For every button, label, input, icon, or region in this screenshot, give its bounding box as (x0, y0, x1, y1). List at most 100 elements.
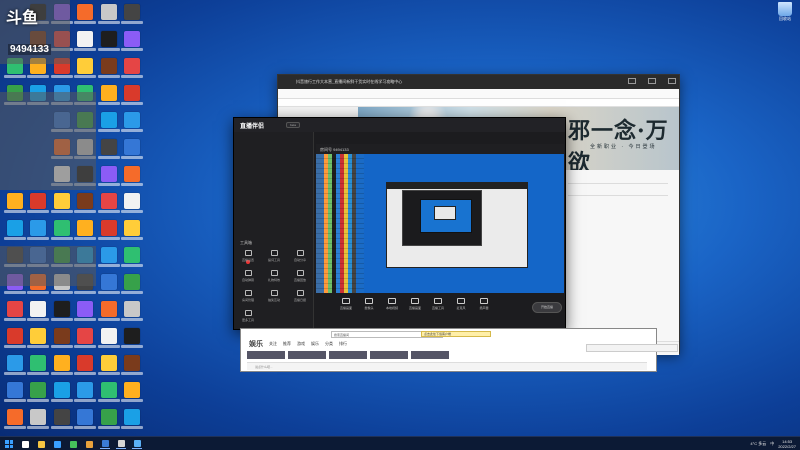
toolbar-button[interactable]: 本地视频 (382, 295, 402, 315)
taskbar-app[interactable] (20, 439, 30, 449)
web-tab[interactable]: 分类 (325, 341, 333, 347)
desktop-shortcut[interactable] (51, 328, 73, 354)
desktop-shortcut[interactable] (98, 274, 120, 300)
desktop-shortcut[interactable] (121, 58, 143, 84)
desktop-shortcut[interactable] (74, 301, 96, 327)
desktop-shortcut[interactable] (98, 220, 120, 246)
desktop-shortcut[interactable] (98, 328, 120, 354)
tool-item[interactable]: 房间管理 (238, 290, 258, 308)
desktop-shortcut[interactable] (98, 409, 120, 435)
toolbar-button[interactable]: 直播工具 (428, 295, 448, 315)
clock[interactable]: 14:53 2022/2/27 (778, 439, 796, 449)
desktop-shortcut[interactable] (27, 382, 49, 408)
toolbar-button[interactable]: 扬声器 (474, 295, 494, 315)
desktop-shortcut[interactable] (121, 85, 143, 111)
toolbar-button[interactable]: 直播画面 (336, 295, 356, 315)
toolbar-button[interactable]: 直播画面 (405, 295, 425, 315)
taskbar-app[interactable] (36, 439, 46, 449)
desktop-shortcut[interactable] (27, 301, 49, 327)
close-button[interactable] (668, 78, 676, 84)
desktop-shortcut[interactable] (4, 328, 26, 354)
desktop-shortcut[interactable] (121, 382, 143, 408)
desktop-shortcut[interactable] (98, 382, 120, 408)
desktop-shortcut[interactable] (74, 328, 96, 354)
desktop-shortcut[interactable] (51, 409, 73, 435)
taskbar-app[interactable] (84, 439, 94, 449)
desktop-shortcut[interactable] (74, 409, 96, 435)
desktop-shortcut[interactable] (51, 220, 73, 246)
desktop-shortcut[interactable] (74, 355, 96, 381)
weather-label[interactable]: 4°C 多云 (750, 441, 766, 447)
desktop-shortcut[interactable] (121, 409, 143, 435)
browser-toolbar[interactable] (278, 89, 679, 99)
maximize-button[interactable] (648, 78, 656, 84)
chat-input[interactable]: 说点什么吧... (247, 362, 647, 370)
desktop-shortcut[interactable] (121, 274, 143, 300)
desktop-shortcut[interactable] (4, 193, 26, 219)
live-titlebar[interactable]: 直播伴侣 beta (234, 118, 565, 132)
taskbar-app[interactable] (100, 439, 110, 449)
desktop-shortcut[interactable] (51, 301, 73, 327)
start-button[interactable] (4, 439, 14, 449)
taskbar-app[interactable] (116, 439, 126, 449)
thumbnail[interactable] (288, 351, 326, 359)
web-brand[interactable]: 娱乐 (249, 339, 263, 349)
desktop-shortcut[interactable] (98, 31, 120, 57)
toolbar-button[interactable]: 摄像头 (359, 295, 379, 315)
tool-item[interactable]: 抽奖互动 (264, 290, 284, 308)
desktop-shortcut[interactable] (98, 301, 120, 327)
tool-item[interactable]: 直播日报 (290, 290, 310, 308)
web-tab[interactable]: 排行 (339, 341, 347, 347)
desktop-shortcut[interactable] (4, 409, 26, 435)
desktop-shortcut[interactable] (98, 193, 120, 219)
browser-bookmark-bar[interactable] (278, 99, 679, 107)
desktop-shortcut[interactable] (98, 139, 120, 165)
desktop-shortcut[interactable] (74, 382, 96, 408)
desktop-shortcut[interactable] (121, 166, 143, 192)
web-tab[interactable]: 关注 (269, 341, 277, 347)
desktop-shortcut[interactable] (4, 220, 26, 246)
tool-item[interactable]: 提词工具 (264, 250, 284, 268)
web-tab[interactable]: 游戏 (297, 341, 305, 347)
desktop-shortcut[interactable] (98, 112, 120, 138)
desktop-shortcut[interactable] (121, 4, 143, 30)
desktop-shortcut[interactable] (98, 247, 120, 273)
desktop-shortcut[interactable] (98, 166, 120, 192)
desktop-shortcut[interactable] (27, 220, 49, 246)
download-tip[interactable]: 点击此处下载客户端 (421, 331, 491, 337)
recycle-bin[interactable]: 回收站 (772, 2, 798, 28)
tool-item[interactable]: 自动弹幕 (238, 270, 258, 288)
desktop-shortcut[interactable] (27, 193, 49, 219)
thumbnail[interactable] (329, 351, 367, 359)
live-companion-window[interactable]: 直播伴侣 beta 工具箱 直播设置 提词工具 自动分享 自动弹幕 礼物特效 直播回放 房间… (233, 117, 566, 330)
desktop-shortcut[interactable] (121, 139, 143, 165)
desktop-shortcut[interactable] (74, 4, 96, 30)
minimize-button[interactable] (628, 78, 636, 84)
tool-item[interactable]: 更多工具 (238, 310, 258, 328)
desktop-shortcut[interactable] (121, 112, 143, 138)
desktop-shortcut[interactable] (51, 355, 73, 381)
desktop-shortcut[interactable] (98, 58, 120, 84)
desktop-shortcut[interactable] (51, 382, 73, 408)
desktop-shortcut[interactable] (4, 382, 26, 408)
desktop-shortcut[interactable] (121, 193, 143, 219)
taskbar-app[interactable] (132, 439, 142, 449)
desktop-shortcut[interactable] (27, 328, 49, 354)
thumbnail[interactable] (247, 351, 285, 359)
toolbar-button[interactable]: 麦克风 (451, 295, 471, 315)
tool-item[interactable]: 直播回放 (290, 270, 310, 288)
tool-item[interactable]: 直播设置 (238, 250, 258, 268)
desktop-shortcut[interactable] (74, 31, 96, 57)
desktop-shortcut[interactable] (74, 220, 96, 246)
taskbar-app[interactable] (68, 439, 78, 449)
desktop-shortcut[interactable] (121, 31, 143, 57)
desktop-shortcut[interactable] (74, 58, 96, 84)
desktop-shortcut[interactable] (4, 301, 26, 327)
web-tab[interactable]: 推荐 (283, 341, 291, 347)
thumbnail[interactable] (370, 351, 408, 359)
desktop-shortcut[interactable] (74, 193, 96, 219)
desktop-shortcut[interactable] (121, 220, 143, 246)
web-panel-controls[interactable] (586, 344, 678, 352)
live-preview[interactable] (316, 154, 564, 293)
desktop-shortcut[interactable] (51, 193, 73, 219)
